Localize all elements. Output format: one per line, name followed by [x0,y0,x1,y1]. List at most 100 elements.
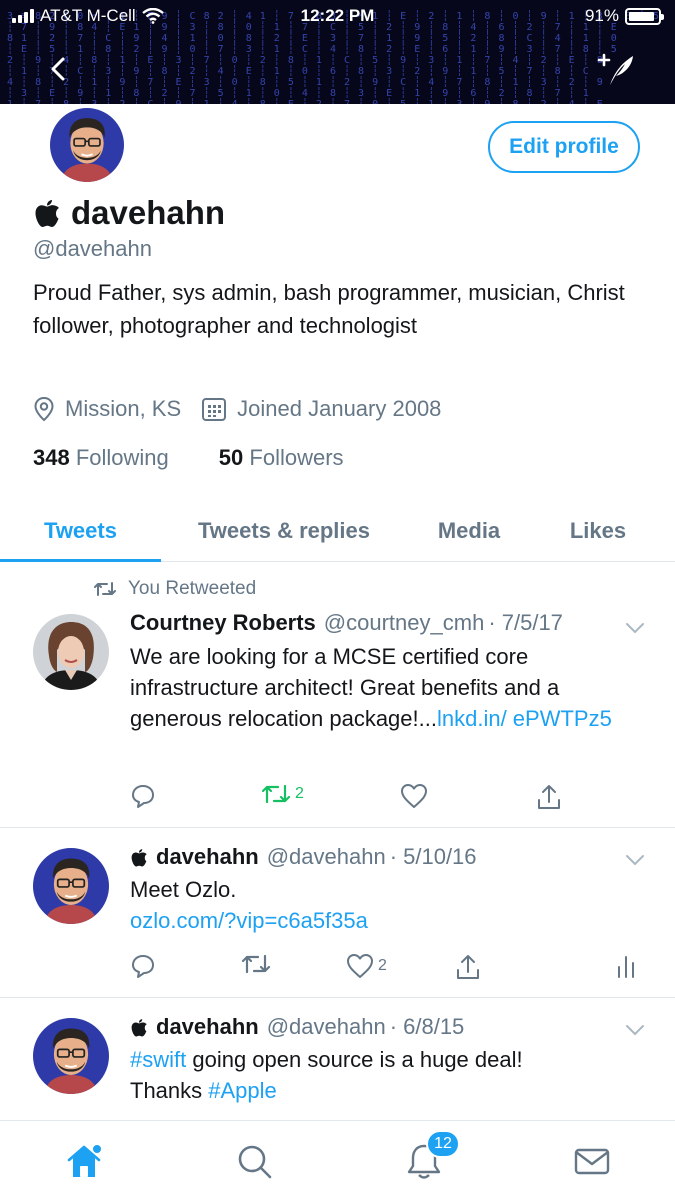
tweet-author-name[interactable]: davehahn [156,1014,259,1040]
tweet-date: · 5/10/16 [389,844,477,869]
profile-handle: @davehahn [33,236,152,261]
tweet-link[interactable]: ozlo.com/?vip=c6a5f35a [130,905,640,936]
profile-avatar[interactable] [46,104,128,186]
notification-badge: 12 [426,1130,460,1158]
reply-button[interactable] [130,953,156,979]
hashtag-swift[interactable]: #swift [130,1047,186,1072]
tweet-text-thanks: Thanks [130,1078,209,1103]
tweet-item[interactable]: You Retweeted Courtney Roberts @courtney… [0,563,675,828]
tab-media[interactable]: Media [407,500,531,561]
tweet-header: davehahn @davehahn · 6/8/15 [130,1014,464,1040]
followers-label: Followers [249,445,344,470]
bitmoji-avatar-icon [33,1018,109,1094]
retweet-icon [261,784,291,804]
messages-icon[interactable] [572,1141,612,1181]
tweet-header: Courtney Roberts @courtney_cmh · 7/5/17 [130,610,563,636]
tweet-author-handle: @courtney_cmh [323,610,485,635]
tweet-text: We are looking for a MCSE certified core… [130,641,640,734]
tweet-author-avatar[interactable] [33,614,109,690]
search-icon[interactable] [234,1141,274,1181]
following-link[interactable]: 348 Following [33,445,169,471]
profile-bio: Proud Father, sys admin, bash programmer… [33,280,625,338]
status-bar: AT&T M-Cell 12:22 PM 91% [0,6,675,30]
back-chevron-icon[interactable] [44,54,74,84]
person-photo-icon [33,614,109,690]
chevron-down-icon[interactable] [624,1023,646,1037]
profile-meta: Mission, KS Joined January 2008 [33,396,461,422]
apple-logo-icon [131,848,147,866]
tweet-actions: 2 [130,783,650,813]
share-icon [538,785,560,809]
retweet-button[interactable] [241,953,271,975]
retweeted-indicator: You Retweeted [94,578,256,600]
tweet-text-content: going open source is a huge deal! [186,1047,523,1072]
profile-tabs: Tweets Tweets & replies Media Likes [0,500,675,562]
battery-percent: 91% [584,6,619,25]
like-button[interactable] [400,783,428,809]
status-right: 91% [584,6,664,26]
retweet-icon [241,954,271,974]
tweet-author-handle: @davehahn [266,1014,386,1039]
location-text: Mission, KS [65,396,182,421]
display-name: davehahn [33,194,225,232]
retweet-button[interactable]: 2 [261,783,304,805]
bitmoji-avatar-icon [33,848,109,924]
status-time: 12:22 PM [300,6,375,25]
joined-item: Joined January 2008 [201,396,441,422]
location-pin-icon [34,396,54,422]
chevron-down-icon[interactable] [624,621,646,635]
like-count: 2 [378,957,387,974]
heart-icon [347,954,373,978]
tweet-author-name[interactable]: davehahn [156,844,259,870]
display-name-text: davehahn [71,194,226,231]
hashtag-apple[interactable]: #Apple [208,1078,277,1103]
retweet-count: 2 [295,785,304,802]
tab-tweets-replies[interactable]: Tweets & replies [161,500,407,561]
retweet-small-icon [94,582,116,596]
avatar-image [50,108,124,182]
tab-likes[interactable]: Likes [531,500,665,561]
tweet-item[interactable]: davehahn @davehahn · 5/10/16 Meet Ozlo. o… [0,828,675,998]
tweet-author-name[interactable]: Courtney Roberts [130,610,316,636]
share-icon [457,955,479,979]
tweet-header: davehahn @davehahn · 5/10/16 [130,844,477,870]
tweet-author-avatar[interactable] [33,1018,109,1094]
retweeted-label: You Retweeted [128,578,257,599]
heart-icon [401,784,427,808]
tweet-date: · 7/5/17 [488,610,563,635]
like-button[interactable]: 2 [346,953,387,979]
joined-text: Joined January 2008 [237,396,442,421]
share-button[interactable] [455,953,481,981]
followers-count: 50 [218,445,244,470]
apple-logo-icon [35,200,59,227]
calendar-icon [202,398,227,421]
chevron-down-icon[interactable] [624,853,646,867]
followers-link[interactable]: 50 Followers [219,445,344,471]
tweet-author-handle: @davehahn [266,844,386,869]
home-icon[interactable] [64,1141,104,1181]
following-label: Following [75,445,169,470]
bottom-navigation [0,1120,675,1200]
location-item: Mission, KS [33,396,181,422]
apple-logo-icon [131,1018,147,1036]
profile-banner: 3 ≋ 8 2 C 0 ⌐ ┆ 1 ┆ E 9 ┆ C 8 2 ┆ 4 1 ┆ … [0,0,675,104]
edit-profile-button[interactable]: Edit profile [488,121,640,173]
tab-tweets[interactable]: Tweets [0,500,161,562]
battery-icon [625,7,664,25]
tweet-author-avatar[interactable] [33,848,109,924]
tweet-item[interactable]: davehahn @davehahn · 6/8/15 #swift going … [0,998,675,1120]
tweet-date: · 6/8/15 [389,1014,465,1039]
reply-icon [132,785,154,808]
battery-fill [629,11,655,21]
share-button[interactable] [536,783,562,811]
tweet-text: Meet Ozlo. ozlo.com/?vip=c6a5f35a [130,874,640,936]
tweet-text-content: Meet Ozlo. [130,877,237,902]
analytics-button[interactable] [616,953,636,979]
reply-icon [132,955,154,978]
tweet-text: #swift going open source is a huge deal!… [130,1044,640,1106]
reply-button[interactable] [130,783,156,809]
bitmoji-avatar-icon [50,108,124,182]
compose-tweet-icon[interactable] [596,52,636,88]
analytics-icon [618,956,634,978]
tweet-link[interactable]: lnkd.in/ ePWTPz5 [437,706,612,731]
